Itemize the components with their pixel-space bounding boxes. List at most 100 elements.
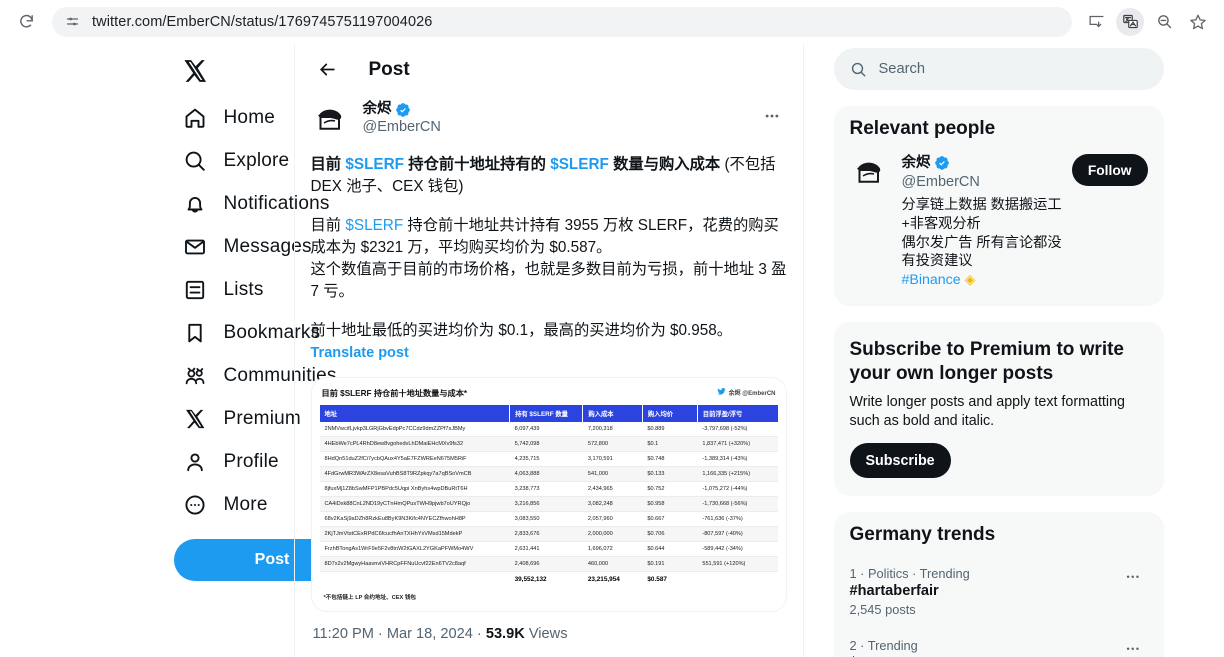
bookmark-icon	[182, 320, 208, 346]
cell-cost: 2,057,960	[582, 511, 643, 527]
cell-cost: 541,000	[582, 466, 643, 482]
more-horizontal-icon[interactable]	[757, 101, 787, 131]
promo-subtitle: Write longer posts and apply text format…	[849, 394, 1126, 430]
cell-pnl: -589,442 (-34%)	[697, 541, 778, 557]
media-inner: 目前 $SLERF 持仓前十地址数量与成本* 余烬 @EmberCN 地址 持有…	[311, 377, 786, 611]
x-logo[interactable]	[173, 46, 223, 96]
zoom-out-icon[interactable]	[1150, 8, 1178, 36]
relevant-people-title: Relevant people	[849, 118, 996, 139]
cell-pnl: -807,597 (-40%)	[697, 526, 778, 542]
promo-content: Subscribe to Premium to write your own l…	[834, 334, 1164, 493]
col-avg-price: 购入均价	[642, 404, 698, 422]
verified-badge-icon	[395, 102, 411, 118]
sidebar-item-profile[interactable]: Profile	[173, 440, 292, 483]
cell-avg: $0.644	[642, 541, 698, 557]
cashtag-slerf-2[interactable]: $SLERF	[550, 156, 609, 173]
person-name[interactable]: 余烬	[902, 154, 931, 172]
binance-emoji-icon: ◈	[964, 272, 976, 289]
cell-avg: $0.889	[642, 421, 698, 437]
cashtag-slerf-1[interactable]: $SLERF	[345, 156, 404, 173]
table-row: 2NMVwcifLjvkp3LGRjGbvEdpPc7CCdz9dmZZPf7s…	[319, 421, 778, 437]
subscribe-button[interactable]: Subscribe	[849, 443, 951, 479]
cell-amount: 3,216,856	[509, 496, 583, 512]
tweet-paragraph-1: 目前 $SLERF 持仓前十地址持有的 $SLERF 数量与购入成本 (不包括 …	[311, 154, 787, 197]
site-settings-icon[interactable]	[64, 13, 81, 30]
column-header: Post	[294, 44, 803, 95]
cell-cost: 3,082,248	[582, 496, 643, 512]
twitter-bird-icon	[717, 387, 726, 398]
p1-prefix: 目前	[310, 156, 346, 173]
tweet-media-image[interactable]: 目前 $SLERF 持仓前十地址数量与成本* 余烬 @EmberCN 地址 持有…	[310, 376, 787, 612]
cell-amount: 2,631,441	[509, 541, 583, 557]
media-title-row: 目前 $SLERF 持仓前十地址数量与成本* 余烬 @EmberCN	[320, 387, 778, 405]
x-icon	[182, 406, 208, 432]
right-sidebar: Relevant people 余烬	[804, 44, 1164, 657]
list-icon	[182, 277, 208, 303]
media-credit: 余烬 @EmberCN	[717, 387, 776, 398]
reload-icon[interactable]	[12, 8, 40, 36]
browser-actions	[1082, 7, 1212, 36]
author-name[interactable]: 余烬	[363, 101, 392, 118]
sidebar-item-label: Lists	[223, 278, 264, 300]
address-bar[interactable]: twitter.com/EmberCN/status/1769745751197…	[52, 6, 1072, 37]
post-column: Post 余烬 @EmberCN 目前 $SLERF 持仓前十地址持有的 $SL…	[293, 44, 804, 657]
browser-toolbar: twitter.com/EmberCN/status/1769745751197…	[0, 0, 1224, 44]
p1-bold-end: 数量与购入成本	[608, 156, 721, 173]
bell-icon	[182, 191, 208, 217]
trend-post-count: 2,545 posts	[849, 602, 916, 618]
translate-post-link[interactable]: Translate post	[311, 343, 409, 364]
bio-line-2: 偶尔发广告 所有言论都没有投资建议	[901, 234, 1062, 270]
person-handle[interactable]: @EmberCN	[902, 173, 1066, 191]
table-row: 4FdGrwMR3WArZX8esaVuhBS8T9RZpkqy7a7qBSoV…	[319, 466, 778, 482]
total-cell-address	[319, 570, 510, 587]
cell-address: 4FdGrwMR3WArZX8esaVuhBS8T9RZpkqy7a7qBSoV…	[319, 466, 510, 482]
table-row: CA4iDxk88CnL2ND19yCTnHmQPusTWH9pjwb7oUYR…	[319, 496, 778, 512]
more-horizontal-icon[interactable]: •••	[1120, 566, 1148, 588]
trends-title: Germany trends	[849, 524, 996, 546]
avatar[interactable]	[849, 154, 890, 194]
cell-pnl: 1,837,471 (+320%)	[697, 436, 778, 452]
total-cell-pnl	[697, 570, 778, 587]
page-title: Post	[368, 58, 410, 80]
sidebar-item-home[interactable]: Home	[173, 96, 288, 139]
follow-button[interactable]: Follow	[1071, 154, 1148, 186]
sidebar-item-lists[interactable]: Lists	[173, 268, 277, 311]
sidebar-item-more[interactable]: More	[173, 483, 281, 526]
search-box[interactable]	[833, 48, 1164, 90]
author-handle[interactable]: @EmberCN	[363, 119, 757, 136]
more-circle-icon	[182, 492, 208, 518]
trend-text: 2 · Trending$NAO2,986 posts	[850, 638, 918, 657]
bookmark-star-icon[interactable]	[1184, 8, 1212, 36]
cell-cost: 2,434,965	[582, 481, 643, 497]
table-row: FrzhBTongAs1WrF9e5F2v8tnW2tGAXL2YGKaPFWM…	[319, 541, 778, 557]
install-app-icon[interactable]	[1082, 8, 1110, 36]
cell-avg: $0.191	[642, 556, 698, 572]
table-body: 2NMVwcifLjvkp3LGRjGbvEdpPc7CCdz9dmZZPf7s…	[319, 421, 778, 587]
col-pnl: 目前浮盈/浮亏	[697, 404, 778, 422]
trends-panel: Germany trends 1 · Politics · Trending #h…	[833, 512, 1164, 657]
cell-cost: 572,800	[582, 436, 643, 452]
table-header-row: 地址 持有 $SLERF 数量 购入成本 购入均价 目前浮盈/浮亏	[319, 404, 778, 422]
relevant-person-row[interactable]: 余烬 @EmberCN 分享链上数据 数据搬运工+非客观分析 偶尔发广告 所有言…	[834, 150, 1164, 302]
cell-address: 2KjTJmVtstCExRPdC6fcucfhAnTXHhYxVMsd15Md…	[319, 526, 510, 542]
translate-icon[interactable]	[1116, 7, 1144, 36]
trend-item[interactable]: 1 · Politics · Trending #hartaberfair 2,54…	[834, 556, 1164, 628]
avatar[interactable]	[310, 101, 351, 141]
person-name-row: 余烬	[902, 154, 1066, 172]
trend-item[interactable]: 2 · Trending$NAO2,986 posts •••	[834, 628, 1164, 657]
search-input[interactable]	[878, 61, 1148, 77]
sidebar-item-label: Profile	[223, 450, 279, 472]
more-horizontal-icon[interactable]: •••	[1120, 638, 1148, 657]
tweet-metadata: 11:20 PM · Mar 18, 2024 · 53.9K Views	[311, 612, 787, 652]
views-label: Views	[524, 625, 568, 642]
back-arrow-icon[interactable]	[311, 53, 345, 87]
cashtag-slerf-3[interactable]: $SLERF	[345, 217, 403, 234]
tweet: 余烬 @EmberCN 目前 $SLERF 持仓前十地址持有的 $SLERF 数…	[295, 95, 803, 652]
sidebar-item-explore[interactable]: Explore	[173, 139, 303, 182]
cell-pnl: -1,389,314 (-43%)	[697, 451, 778, 467]
col-cost: 购入成本	[582, 404, 643, 422]
bio-line-1: 分享链上数据 数据搬运工+非客观分析	[901, 197, 1062, 232]
cell-avg: $0.958	[642, 496, 698, 512]
bio-hashtag-binance[interactable]: #Binance	[902, 272, 961, 288]
cell-amount: 5,742,098	[509, 436, 583, 452]
